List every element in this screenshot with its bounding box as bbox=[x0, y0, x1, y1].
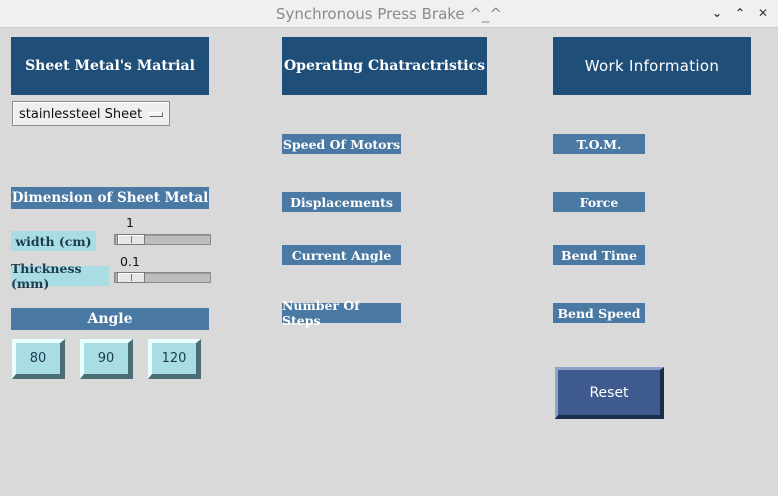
width-slider-thumb[interactable] bbox=[117, 234, 145, 245]
close-icon[interactable]: ✕ bbox=[755, 5, 771, 21]
angle-120-button[interactable]: 120 bbox=[148, 339, 201, 379]
angle-header: Angle bbox=[11, 308, 209, 330]
sheet-metal-material-header: Sheet Metal's Matrial bbox=[11, 37, 209, 95]
bend-time-label: Bend Time bbox=[553, 245, 645, 265]
material-dropdown-value: stainlessteel Sheet bbox=[19, 107, 143, 122]
thickness-value: 0.1 bbox=[120, 254, 140, 269]
operating-characteristics-header: Operating Chatractristics bbox=[282, 37, 487, 95]
width-value: 1 bbox=[126, 215, 134, 230]
dropdown-indicator-icon bbox=[149, 112, 163, 117]
window-title: Synchronous Press Brake ^_^ bbox=[275, 5, 503, 23]
angle-80-button[interactable]: 80 bbox=[12, 339, 65, 379]
displacements-label: Displacements bbox=[282, 192, 401, 212]
thickness-slider-thumb[interactable] bbox=[117, 272, 145, 283]
width-slider[interactable] bbox=[114, 234, 211, 245]
tom-label: T.O.M. bbox=[553, 134, 645, 154]
angle-90-button[interactable]: 90 bbox=[80, 339, 133, 379]
minimize-icon[interactable]: ⌄ bbox=[709, 5, 725, 21]
thickness-label: Thickness (mm) bbox=[11, 261, 109, 291]
work-information-header: Work Information bbox=[553, 37, 751, 95]
force-label: Force bbox=[553, 192, 645, 212]
thickness-slider[interactable] bbox=[114, 272, 211, 283]
maximize-icon[interactable]: ⌃ bbox=[732, 5, 748, 21]
reset-button[interactable]: Reset bbox=[555, 367, 664, 419]
current-angle-label: Current Angle bbox=[282, 245, 401, 265]
title-bar: Synchronous Press Brake ^_^ ⌄ ⌃ ✕ bbox=[0, 0, 778, 28]
bend-speed-label: Bend Speed bbox=[553, 303, 645, 323]
material-dropdown[interactable]: stainlessteel Sheet bbox=[12, 101, 170, 126]
speed-of-motors-label: Speed Of Motors bbox=[282, 134, 401, 154]
width-label: width (cm) bbox=[11, 231, 96, 251]
dimension-header: Dimension of Sheet Metal bbox=[11, 187, 209, 209]
number-of-steps-label: Number Of Steps bbox=[282, 298, 401, 328]
